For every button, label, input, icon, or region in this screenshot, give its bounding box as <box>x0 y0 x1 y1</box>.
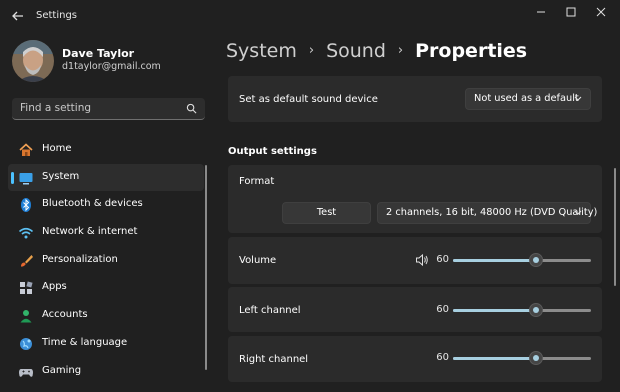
slider-thumb[interactable] <box>528 351 543 365</box>
nav-label: Gaming <box>42 364 82 376</box>
network-icon <box>18 228 34 239</box>
right-channel-value: 60 <box>436 352 449 363</box>
app-title: Settings <box>36 10 78 21</box>
nav-item-personalization[interactable]: Personalization <box>8 247 204 275</box>
content-scrollbar[interactable] <box>614 168 616 286</box>
nav-list: Home System Bluetooth & devices Network … <box>8 136 204 385</box>
active-indicator <box>11 171 14 184</box>
format-card: Format Test 2 channels, 16 bit, 48000 Hz… <box>228 165 602 233</box>
maximize-button[interactable] <box>558 3 584 21</box>
nav-item-network[interactable]: Network & internet <box>8 219 204 247</box>
apps-icon <box>20 281 33 295</box>
search-box[interactable] <box>12 98 205 120</box>
user-email: d1taylor@gmail.com <box>62 61 161 72</box>
right-channel-slider[interactable] <box>453 351 591 365</box>
close-button[interactable] <box>588 3 614 21</box>
page-title: Properties <box>415 40 528 62</box>
breadcrumb-sound[interactable]: Sound <box>326 40 386 62</box>
nav-label: Time & language <box>42 336 128 348</box>
volume-slider[interactable] <box>453 253 591 267</box>
nav-label: Home <box>42 143 72 154</box>
volume-value: 60 <box>436 254 449 265</box>
nav-label: Bluetooth & devices <box>42 198 143 210</box>
slider-thumb[interactable] <box>528 303 543 317</box>
default-device-value: Not used as a default <box>474 93 579 104</box>
right-channel-card: Right channel 60 <box>228 336 602 382</box>
search-input[interactable] <box>20 101 180 115</box>
slider-thumb[interactable] <box>528 253 543 267</box>
slider-fill <box>453 357 536 360</box>
sidebar-scrollbar[interactable] <box>205 165 207 370</box>
default-device-dropdown[interactable]: Not used as a default <box>465 88 591 110</box>
right-channel-label: Right channel <box>239 354 309 365</box>
slider-fill <box>453 309 536 312</box>
nav-label: Personalization <box>42 253 118 265</box>
nav-label: Apps <box>42 281 67 293</box>
search-icon[interactable] <box>186 103 197 114</box>
nav-item-time-language[interactable]: Time & language <box>8 330 204 358</box>
avatar[interactable] <box>12 40 54 82</box>
nav-item-bluetooth[interactable]: Bluetooth & devices <box>8 191 204 219</box>
default-device-label: Set as default sound device <box>239 94 378 105</box>
brush-icon <box>21 254 33 267</box>
breadcrumb: System › Sound › Properties <box>226 40 527 62</box>
test-button[interactable]: Test <box>282 202 371 224</box>
minimize-button[interactable] <box>528 3 554 21</box>
nav-label: Accounts <box>42 309 88 321</box>
globe-icon <box>20 337 32 350</box>
chevron-right-icon: › <box>397 43 404 58</box>
nav-item-system[interactable]: System <box>8 163 204 192</box>
home-icon <box>19 143 33 156</box>
gaming-icon <box>19 368 33 377</box>
volume-label: Volume <box>239 255 277 266</box>
nav-item-gaming[interactable]: Gaming <box>8 358 204 386</box>
left-channel-value: 60 <box>436 304 449 315</box>
format-label: Format <box>239 176 275 187</box>
bluetooth-icon <box>21 198 31 213</box>
volume-card: Volume 60 <box>228 237 602 284</box>
user-name: Dave Taylor <box>62 47 135 60</box>
slider-fill <box>453 259 536 262</box>
chevron-down-icon <box>574 96 582 101</box>
breadcrumb-system[interactable]: System <box>226 40 297 62</box>
nav-item-apps[interactable]: Apps <box>8 274 204 302</box>
output-settings-heading: Output settings <box>228 146 317 157</box>
nav-item-accounts[interactable]: Accounts <box>8 302 204 330</box>
chevron-down-icon <box>574 210 582 215</box>
left-channel-label: Left channel <box>239 305 301 316</box>
accounts-icon <box>20 310 32 323</box>
nav-label: Network & internet <box>42 226 138 238</box>
chevron-right-icon: › <box>308 43 315 58</box>
format-dropdown[interactable]: 2 channels, 16 bit, 48000 Hz (DVD Qualit… <box>377 202 597 224</box>
back-arrow-icon[interactable] <box>10 8 26 24</box>
nav-label: System <box>42 170 80 182</box>
left-channel-card: Left channel 60 <box>228 287 602 332</box>
title-bar: Settings <box>0 0 620 32</box>
nav-item-home[interactable]: Home <box>8 136 204 164</box>
left-channel-slider[interactable] <box>453 303 591 317</box>
format-value: 2 channels, 16 bit, 48000 Hz (DVD Qualit… <box>386 207 598 218</box>
system-icon <box>19 172 33 185</box>
default-device-card: Set as default sound device Not used as … <box>228 76 602 122</box>
